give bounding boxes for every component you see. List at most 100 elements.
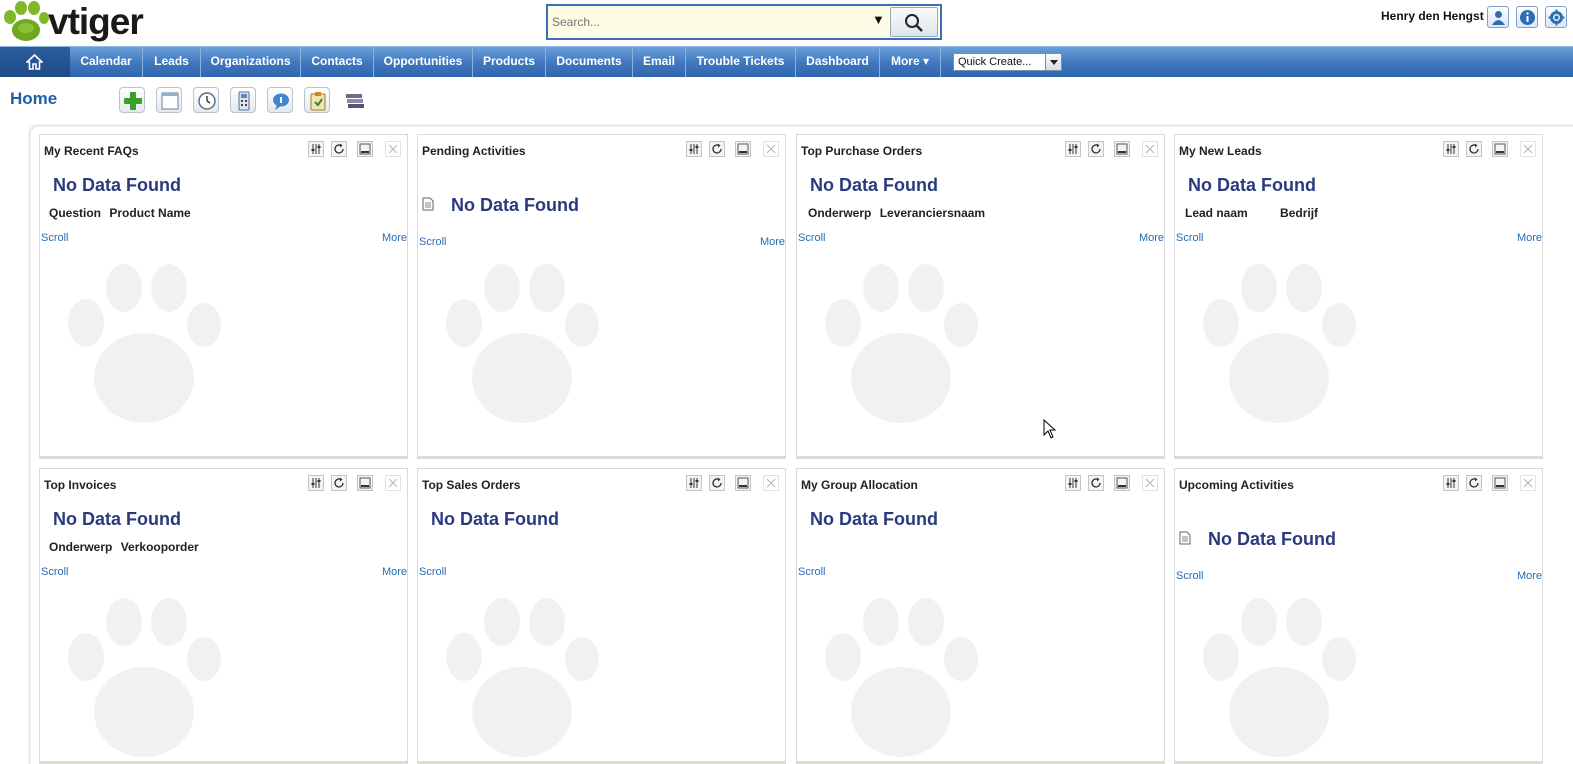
nav-opportunities[interactable]: Opportunities	[374, 47, 473, 77]
widget-close-button[interactable]	[1142, 141, 1158, 157]
widget-minimize-button[interactable]	[1114, 141, 1130, 157]
widget-close-button[interactable]	[1520, 475, 1536, 491]
scroll-link[interactable]: Scroll	[41, 566, 69, 578]
widget-close-button[interactable]	[763, 475, 779, 491]
window-icon	[161, 92, 179, 110]
widget-minimize-button[interactable]	[1492, 141, 1508, 157]
no-data-message: No Data Found	[1188, 175, 1316, 195]
column-header: Leveranciersnaam	[879, 206, 986, 220]
widget-title: My Recent FAQs	[44, 144, 139, 158]
scroll-link[interactable]: Scroll	[798, 232, 826, 244]
logo-text: vtiger	[48, 1, 144, 42]
chevron-down-icon	[1045, 54, 1061, 70]
widget-minimize-button[interactable]	[1114, 475, 1130, 491]
no-data-message: No Data Found	[431, 509, 559, 529]
scroll-link[interactable]: Scroll	[419, 566, 447, 578]
quick-create-select[interactable]: Quick Create...	[953, 53, 1062, 71]
vtiger-logo[interactable]: vtiger	[2, 0, 172, 46]
nav-products[interactable]: Products	[473, 47, 546, 77]
more-link[interactable]: More	[1517, 232, 1542, 244]
nav-more[interactable]: More ▾	[880, 47, 941, 77]
scroll-link[interactable]: Scroll	[798, 566, 826, 578]
widget-minimize-button[interactable]	[357, 141, 373, 157]
minimize-icon	[737, 477, 749, 489]
close-icon	[1523, 478, 1533, 488]
help-button[interactable]	[1516, 6, 1538, 28]
nav-dashboard[interactable]: Dashboard	[796, 47, 880, 77]
search-input[interactable]	[550, 11, 860, 33]
close-icon	[1523, 144, 1533, 154]
close-icon	[1145, 144, 1155, 154]
search-dropdown-icon[interactable]: ▼	[872, 12, 885, 27]
calculator-button[interactable]	[230, 87, 256, 113]
page-title[interactable]: Home	[10, 89, 57, 109]
widget-settings-button[interactable]	[686, 475, 702, 491]
widget-refresh-button[interactable]	[1088, 475, 1104, 491]
column-header: Onderwerp	[49, 540, 113, 554]
widget-close-button[interactable]	[385, 141, 401, 157]
nav-leads[interactable]: Leads	[143, 47, 201, 77]
more-link[interactable]: More	[382, 232, 407, 244]
scroll-link[interactable]: Scroll	[1176, 232, 1204, 244]
minimize-icon	[1116, 477, 1128, 489]
widget-refresh-button[interactable]	[331, 141, 347, 157]
paw-logo-icon	[4, 1, 49, 41]
more-link[interactable]: More	[382, 566, 407, 578]
no-data-message: No Data Found	[1208, 529, 1336, 549]
widget-close-button[interactable]	[1520, 141, 1536, 157]
scroll-link[interactable]: Scroll	[419, 236, 447, 248]
widget-minimize-button[interactable]	[735, 475, 751, 491]
column-header: Question	[49, 206, 102, 220]
paw-watermark-icon	[825, 598, 978, 757]
nav-documents[interactable]: Documents	[546, 47, 633, 77]
nav-contacts[interactable]: Contacts	[301, 47, 374, 77]
nav-email[interactable]: Email	[633, 47, 686, 77]
widget-settings-button[interactable]	[1443, 475, 1459, 491]
settings-button[interactable]	[1545, 6, 1567, 28]
widget-refresh-button[interactable]	[709, 475, 725, 491]
widget-settings-button[interactable]	[308, 141, 324, 157]
nav-home-button[interactable]	[0, 47, 70, 77]
chat-button[interactable]	[267, 87, 293, 113]
settings-icon	[1548, 9, 1565, 26]
scroll-link[interactable]: Scroll	[41, 232, 69, 244]
add-icon	[124, 92, 142, 110]
widget-close-button[interactable]	[385, 475, 401, 491]
column-header: Onderwerp	[808, 206, 872, 220]
nav-organizations[interactable]: Organizations	[201, 47, 301, 77]
widget-refresh-button[interactable]	[1088, 141, 1104, 157]
widget-settings-button[interactable]	[1065, 141, 1081, 157]
more-link[interactable]: More	[1517, 570, 1542, 582]
more-link[interactable]: More	[1139, 232, 1164, 244]
user-name[interactable]: Henry den Hengst	[1381, 9, 1484, 23]
clock-button[interactable]	[193, 87, 219, 113]
widget-refresh-button[interactable]	[1466, 141, 1482, 157]
widget-settings-button[interactable]	[1065, 475, 1081, 491]
sliders-icon	[1446, 144, 1456, 154]
document-icon	[422, 197, 434, 211]
widget-settings-button[interactable]	[1443, 141, 1459, 157]
scroll-link[interactable]: Scroll	[1176, 570, 1204, 582]
nav-trouble-tickets[interactable]: Trouble Tickets	[686, 47, 796, 77]
nav-calendar[interactable]: Calendar	[70, 47, 143, 77]
widget-refresh-button[interactable]	[331, 475, 347, 491]
document-icon	[1179, 531, 1191, 545]
widget-settings-button[interactable]	[308, 475, 324, 491]
widget-close-button[interactable]	[763, 141, 779, 157]
widget-minimize-button[interactable]	[735, 141, 751, 157]
widget-title: Top Sales Orders	[422, 478, 521, 492]
widget-minimize-button[interactable]	[357, 475, 373, 491]
search-button[interactable]	[890, 7, 938, 37]
layout-button[interactable]	[156, 87, 182, 113]
widget-title: Top Invoices	[44, 478, 117, 492]
rss-button[interactable]	[341, 87, 367, 113]
more-link[interactable]: More	[760, 236, 785, 248]
widget-refresh-button[interactable]	[1466, 475, 1482, 491]
notes-button[interactable]	[304, 87, 330, 113]
widget-minimize-button[interactable]	[1492, 475, 1508, 491]
widget-refresh-button[interactable]	[709, 141, 725, 157]
widget-settings-button[interactable]	[686, 141, 702, 157]
add-widget-button[interactable]	[119, 87, 145, 113]
widget-close-button[interactable]	[1142, 475, 1158, 491]
user-preferences-button[interactable]	[1487, 6, 1509, 28]
